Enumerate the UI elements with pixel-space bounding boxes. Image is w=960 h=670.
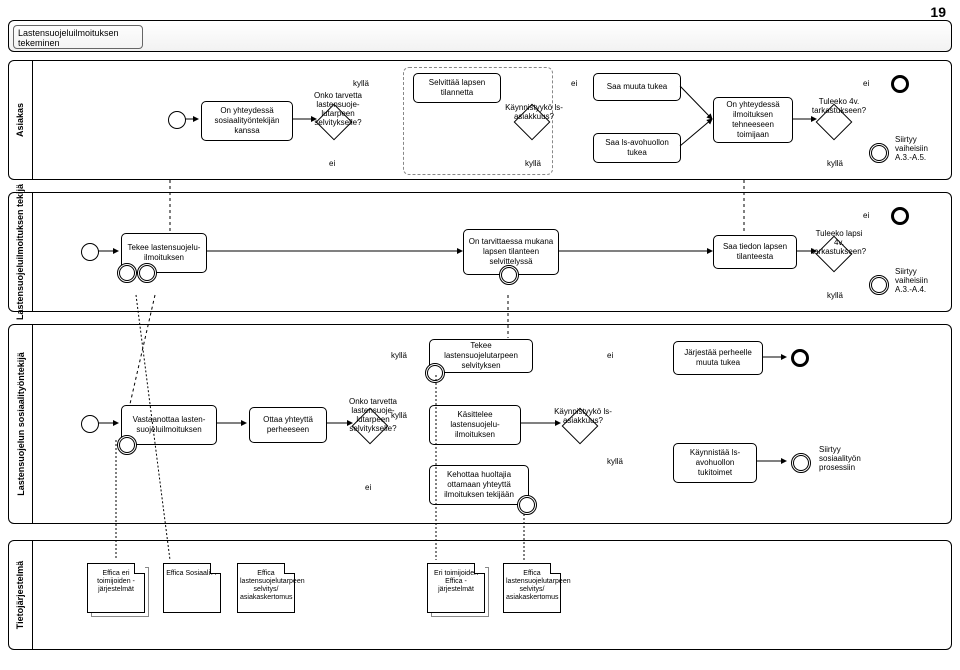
sosiaali-flow-ei-1: ei bbox=[365, 483, 371, 492]
asiakas-task-yhteydessa-sosiaali: On yhteydessä sosiaalityöntekijän kanssa bbox=[201, 101, 293, 141]
tekija-task-saa-tiedon: Saa tiedon lapsen tilanteesta bbox=[713, 235, 797, 269]
sosiaali-flow-ei-2: ei bbox=[607, 351, 613, 360]
tieto-doc-effica-selvitys-1: Effica lastensuojelutarpeen selvitys/ as… bbox=[237, 563, 295, 613]
sosiaali-end-label: Siirtyy sosiaalityön prosessiin bbox=[819, 445, 873, 472]
process-title: Lastensuojeluilmoituksen tekeminen bbox=[13, 25, 143, 49]
sosiaali-task-kehottaa-huoltajia: Kehottaa huoltajia ottamaan yhteyttä ilm… bbox=[429, 465, 529, 505]
asiakas-task-saa-avohuollon-tukea: Saa ls-avohuollon tukea bbox=[593, 133, 681, 163]
asiakas-start-event bbox=[168, 111, 186, 129]
asiakas-end-label: Siirtyy vaiheisiin A.3.-A.5. bbox=[895, 135, 945, 162]
tekija-boundary-event-1 bbox=[117, 263, 137, 283]
lane-asiakas-label: Asiakas bbox=[9, 61, 33, 179]
page-number: 19 bbox=[930, 4, 946, 20]
tieto-doc-eri-toimijoiden: Eri toimijoiden Effica -järjestelmät bbox=[427, 563, 485, 613]
sosiaali-boundary-event-2 bbox=[425, 363, 445, 383]
sosiaali-gateway2-label: Käynnistyykö ls-asiakkuus? bbox=[553, 407, 613, 425]
tieto-doc-effica-sosiaali: Effica Sosiaali?? bbox=[163, 563, 221, 613]
tekija-end-label: Siirtyy vaiheisiin A.3.-A.4. bbox=[895, 267, 945, 294]
tekija-boundary-event-2 bbox=[137, 263, 157, 283]
asiakas-end-event bbox=[891, 75, 909, 93]
tekija-gateway-label: Tuleeko lapsi 4v. tarkastukseen? bbox=[811, 229, 867, 256]
tekija-start-event bbox=[81, 243, 99, 261]
sosiaali-start-event bbox=[81, 415, 99, 433]
asiakas-intermediate-event bbox=[869, 143, 889, 163]
tekija-boundary-event-3 bbox=[499, 265, 519, 285]
tieto-doc-effica-selvitys-2: Effica lastensuojelutarpeen selvitys/ as… bbox=[503, 563, 561, 613]
lane-sosiaali: Lastensuojelun sosiaalityöntekijä Vastaa… bbox=[8, 324, 952, 524]
tekija-end-event bbox=[891, 207, 909, 225]
lane-tekija-label: Lastensuojeluilmoituksen tekijä bbox=[9, 193, 33, 311]
asiakas-flow-kylla-3: kyllä bbox=[827, 159, 843, 168]
lane-tekija: Lastensuojeluilmoituksen tekijä Tekee la… bbox=[8, 192, 952, 312]
asiakas-flow-ei-2: ei bbox=[571, 79, 577, 88]
asiakas-flow-kylla-2: kyllä bbox=[525, 159, 541, 168]
sosiaali-boundary-event-1 bbox=[117, 435, 137, 455]
sosiaali-flow-kylla-1a: kyllä bbox=[391, 351, 407, 360]
sosiaali-boundary-event-3 bbox=[517, 495, 537, 515]
sosiaali-flow-kylla-2: kyllä bbox=[607, 457, 623, 466]
sosiaali-task-jarjestaa-tukea: Järjestää perheelle muuta tukea bbox=[673, 341, 763, 375]
tekija-flow-ei: ei bbox=[863, 211, 869, 220]
tieto-doc-effica-toimijoiden: Effica eri toimijoiden -järjestelmät bbox=[87, 563, 145, 613]
asiakas-gateway1-label: Onko tarvetta lastensuoje-lutarpeen selv… bbox=[308, 91, 368, 127]
tekija-intermediate-event bbox=[869, 275, 889, 295]
asiakas-flow-kylla-1: kyllä bbox=[353, 79, 369, 88]
lane-asiakas: Asiakas On yhteydessä sosiaalityöntekijä… bbox=[8, 60, 952, 180]
lane-tieto-label: Tietojärjestelmä bbox=[9, 541, 33, 649]
sosiaali-intermediate-event bbox=[791, 453, 811, 473]
asiakas-gateway3-label: Tuleeko 4v. tarkastukseen? bbox=[811, 97, 867, 115]
asiakas-task-yhteydessa-toimijaan: On yhteydessä ilmoituksen tehneeseen toi… bbox=[713, 97, 793, 143]
sosiaali-task-ottaa-yhteytta: Ottaa yhteyttä perheeseen bbox=[249, 407, 327, 443]
sosiaali-task-kasittelee-ilmoituksen: Käsittelee lastensuojelu-ilmoituksen bbox=[429, 405, 521, 445]
process-pool-header: Lastensuojeluilmoituksen tekeminen bbox=[8, 20, 952, 52]
sosiaali-task-tekee-selvityksen: Tekee lastensuojelutarpeen selvityksen bbox=[429, 339, 533, 373]
asiakas-task-saa-muuta-tukea: Saa muuta tukea bbox=[593, 73, 681, 101]
sosiaali-flow-kylla-1b: kyllä bbox=[391, 411, 407, 420]
tekija-flow-kylla: kyllä bbox=[827, 291, 843, 300]
sosiaali-task-kaynnistaa-tukitoimet: Käynnistää ls-avohuollon tukitoimet bbox=[673, 443, 757, 483]
lane-sosiaali-label: Lastensuojelun sosiaalityöntekijä bbox=[9, 325, 33, 523]
asiakas-flow-ei-3: ei bbox=[863, 79, 869, 88]
asiakas-flow-ei-1: ei bbox=[329, 159, 335, 168]
sosiaali-end-event bbox=[791, 349, 809, 367]
lane-tieto: Tietojärjestelmä Effica eri toimijoiden … bbox=[8, 540, 952, 650]
asiakas-task-selvittaa-tilannetta: Selvittää lapsen tilannetta bbox=[413, 73, 501, 103]
asiakas-gateway2-label: Käynnistyykö ls-asiakkuus? bbox=[503, 103, 565, 121]
